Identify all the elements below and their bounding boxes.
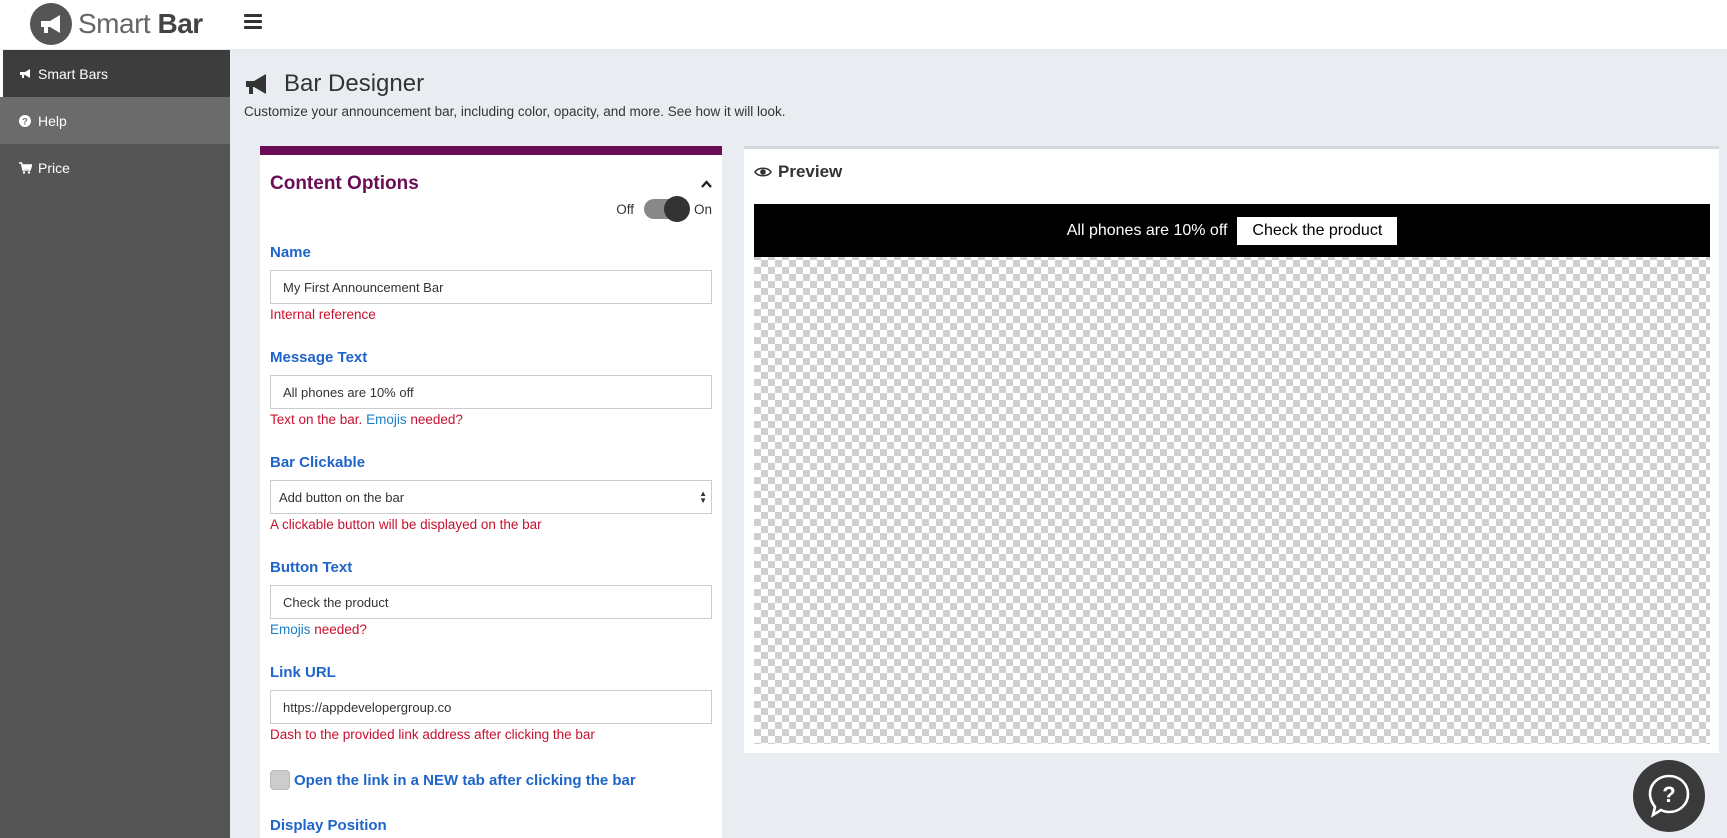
- name-input[interactable]: My First Announcement Bar: [270, 270, 712, 304]
- help-chat-button[interactable]: ?: [1633, 760, 1705, 832]
- preview-canvas: All phones are 10% off Check the product: [754, 204, 1710, 744]
- svg-text:?: ?: [1662, 782, 1675, 807]
- panel-title: Content Options: [270, 173, 419, 194]
- preview-panel: Preview All phones are 10% off Check the…: [744, 146, 1719, 753]
- logo-text: Smart Bar: [78, 8, 203, 39]
- question-circle-icon: ?: [18, 114, 32, 127]
- button-text-help: Emojis needed?: [270, 622, 367, 637]
- switch-knob: [663, 196, 690, 222]
- page-header: Bar Designer Customize your announcement…: [244, 70, 786, 119]
- toggle-on-label: On: [693, 201, 712, 217]
- message-text-label: Message Text: [270, 349, 368, 366]
- emojis-link[interactable]: Emojis: [366, 412, 407, 427]
- name-label: Name: [270, 244, 311, 261]
- new-tab-row: Open the link in a NEW tab after clickin…: [270, 770, 636, 790]
- cart-icon: [18, 161, 32, 174]
- announcement-bar-preview[interactable]: All phones are 10% off Check the product: [754, 204, 1710, 257]
- button-text-label: Button Text: [270, 559, 353, 576]
- menu-toggle-icon[interactable]: [244, 14, 262, 30]
- toggle-off-label: Off: [616, 201, 634, 217]
- sidebar-item-label: Smart Bars: [38, 65, 109, 82]
- sidebar-item-label: Price: [38, 159, 70, 176]
- bar-cta-button[interactable]: Check the product: [1237, 216, 1398, 245]
- select-arrows-icon: ▲ ▼: [699, 489, 707, 505]
- link-url-label: Link URL: [270, 664, 336, 681]
- display-position-label: Display Position: [270, 817, 387, 834]
- sidebar-item-label: Help: [38, 112, 67, 129]
- bar-message: All phones are 10% off: [1066, 221, 1228, 239]
- svg-text:?: ?: [22, 116, 28, 126]
- content-options-panel: Content Options Off On Name My First Ann…: [260, 146, 722, 838]
- sidebar-item-smart-bars[interactable]: Smart Bars: [0, 50, 230, 97]
- megaphone-icon: [246, 74, 266, 94]
- sidebar: Smart Bars ? Help Price: [0, 50, 230, 838]
- emojis-link[interactable]: Emojis: [270, 622, 311, 637]
- page-subtitle: Customize your announcement bar, includi…: [244, 104, 786, 119]
- bar-clickable-select[interactable]: Add button on the bar ▲ ▼: [270, 480, 712, 514]
- question-bubble-icon: ?: [1648, 774, 1690, 818]
- page-title: Bar Designer: [244, 70, 786, 98]
- new-tab-checkbox[interactable]: [270, 770, 290, 790]
- bar-clickable-label: Bar Clickable: [270, 454, 366, 471]
- app-logo[interactable]: Smart Bar: [30, 3, 203, 45]
- enable-toggle-row: Off On: [616, 196, 712, 222]
- bar-clickable-help: A clickable button will be displayed on …: [270, 517, 542, 532]
- megaphone-icon: [18, 68, 32, 79]
- chevron-up-icon[interactable]: [701, 177, 712, 191]
- sidebar-item-help[interactable]: ? Help: [0, 97, 230, 144]
- message-text-help: Text on the bar. Emojis needed?: [270, 412, 463, 427]
- link-url-input[interactable]: https://appdevelopergroup.co: [270, 690, 712, 724]
- eye-icon: [754, 167, 772, 177]
- enable-switch[interactable]: [643, 196, 690, 222]
- link-url-help: Dash to the provided link address after …: [270, 727, 595, 742]
- top-bar: Smart Bar: [0, 0, 1727, 50]
- sidebar-item-price[interactable]: Price: [0, 144, 230, 191]
- new-tab-label[interactable]: Open the link in a NEW tab after clickin…: [294, 772, 636, 789]
- message-text-input[interactable]: All phones are 10% off: [270, 375, 712, 409]
- preview-header: Preview: [754, 162, 842, 182]
- name-help: Internal reference: [270, 307, 376, 322]
- button-text-input[interactable]: Check the product: [270, 585, 712, 619]
- megaphone-logo-icon: [30, 3, 72, 45]
